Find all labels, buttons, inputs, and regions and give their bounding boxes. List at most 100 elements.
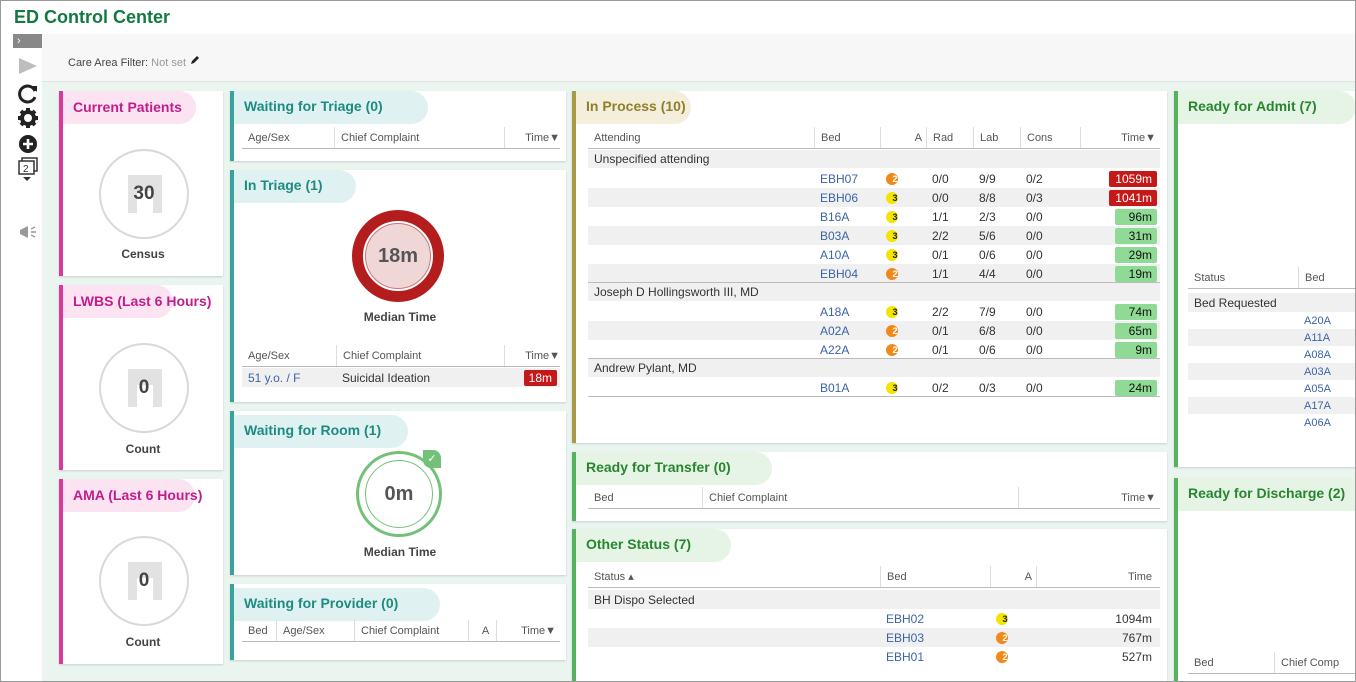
- col-acuity[interactable]: A: [880, 127, 926, 148]
- col-time[interactable]: Time▼: [1018, 487, 1160, 508]
- bed-link[interactable]: A11A: [1298, 332, 1355, 344]
- bed-link[interactable]: A02A: [814, 324, 880, 338]
- table-row[interactable]: A17A: [1188, 397, 1355, 414]
- table-row[interactable]: B03A 3 2/2 5/6 0/0 31m: [588, 226, 1160, 245]
- bed-link[interactable]: A22A: [814, 343, 880, 357]
- col-age-sex[interactable]: Age/Sex: [242, 127, 334, 148]
- time-cell: 767m: [1121, 630, 1152, 645]
- col-chief-complaint[interactable]: Chief Complaint: [354, 620, 468, 641]
- bed-link[interactable]: A03A: [1298, 366, 1355, 378]
- bed-link[interactable]: B03A: [814, 229, 880, 243]
- in-triage-panel[interactable]: In Triage (1) 18m !! Median Time Age/Sex…: [230, 170, 566, 402]
- table-row[interactable]: A02A 2 0/1 6/8 0/0 65m: [588, 321, 1160, 340]
- waiting-for-provider-panel[interactable]: Waiting for Provider (0) Bed Age/Sex Chi…: [230, 584, 566, 660]
- col-bed[interactable]: Bed: [242, 620, 276, 641]
- census-circle: 30: [99, 149, 189, 239]
- col-bed[interactable]: Bed: [588, 487, 702, 508]
- col-bed[interactable]: Bed: [814, 127, 880, 148]
- table-row[interactable]: EBH06 3 0/0 8/8 0/3 1041m: [588, 188, 1160, 207]
- gear-icon[interactable]: [15, 106, 40, 130]
- bed-link[interactable]: A08A: [1298, 349, 1355, 361]
- col-time[interactable]: Time▼: [504, 127, 560, 148]
- other-status-panel[interactable]: Other Status (7) Status ▴ Bed A Time BH …: [572, 529, 1167, 681]
- megaphone-icon[interactable]: [15, 220, 40, 244]
- bed-link[interactable]: A18A: [814, 305, 880, 319]
- acuity-badge: 3: [886, 191, 898, 204]
- bed-link[interactable]: EBH02: [880, 612, 990, 626]
- bed-link[interactable]: B16A: [814, 210, 880, 224]
- col-acuity[interactable]: A: [468, 620, 496, 641]
- ready-for-admit-panel[interactable]: Ready for Admit (7) Status Bed Bed Reque…: [1174, 91, 1355, 467]
- table-row[interactable]: B01A 3 0/2 0/3 0/0 24m: [588, 378, 1160, 397]
- col-status[interactable]: Status: [1188, 267, 1298, 288]
- col-lab[interactable]: Lab: [973, 127, 1020, 148]
- bed-link[interactable]: B01A: [814, 381, 880, 395]
- refresh-icon[interactable]: [15, 82, 40, 106]
- age-sex-link[interactable]: 51 y.o. / F: [242, 371, 336, 385]
- acuity-badge: 2: [996, 631, 1008, 644]
- table-row[interactable]: A10A 3 0/1 0/6 0/0 29m: [588, 245, 1160, 264]
- current-patients-panel[interactable]: Current Patients 30 Census: [59, 91, 223, 276]
- ama-panel[interactable]: AMA (Last 6 Hours) 0 Count: [59, 479, 223, 664]
- table-row[interactable]: A03A: [1188, 363, 1355, 380]
- bed-link[interactable]: A20A: [1298, 315, 1355, 327]
- col-chief-complaint[interactable]: Chief Comp: [1274, 652, 1355, 673]
- bed-link[interactable]: A06A: [1298, 417, 1355, 429]
- time-badge: 18m: [523, 369, 557, 386]
- col-cons[interactable]: Cons: [1020, 127, 1080, 148]
- table-row[interactable]: A05A: [1188, 380, 1355, 397]
- col-time[interactable]: Time: [1036, 566, 1160, 587]
- ready-for-transfer-panel[interactable]: Ready for Transfer (0) Bed Chief Complai…: [572, 452, 1167, 521]
- bed-link[interactable]: EBH07: [814, 172, 880, 186]
- table-row[interactable]: A06A: [1188, 414, 1355, 431]
- col-chief-complaint[interactable]: Chief Complaint: [334, 127, 504, 148]
- waiting-for-room-panel[interactable]: Waiting for Room (1) 0m ✓ Median Time: [230, 411, 566, 575]
- col-age-sex[interactable]: Age/Sex: [276, 620, 354, 641]
- bed-link[interactable]: EBH06: [814, 191, 880, 205]
- table-row[interactable]: A08A: [1188, 346, 1355, 363]
- lab-cell: 8/8: [979, 190, 996, 205]
- play-icon[interactable]: [15, 54, 40, 78]
- col-acuity[interactable]: A: [990, 566, 1036, 587]
- care-area-filter[interactable]: Care Area Filter: Not set: [68, 54, 201, 69]
- in-process-panel[interactable]: In Process (10) Attending Bed A Rad Lab …: [572, 91, 1167, 443]
- bed-link[interactable]: EBH03: [880, 631, 990, 645]
- add-circle-icon[interactable]: [15, 132, 40, 156]
- lwbs-panel[interactable]: LWBS (Last 6 Hours) 0 Count: [59, 285, 223, 470]
- pencil-icon[interactable]: [189, 56, 201, 69]
- table-row[interactable]: A18A 3 2/2 7/9 0/0 74m: [588, 302, 1160, 321]
- table-row[interactable]: EBH04 2 1/1 4/4 0/0 19m: [588, 264, 1160, 283]
- ready-for-discharge-panel[interactable]: Ready for Discharge (2) Bed Chief Comp: [1174, 478, 1355, 681]
- col-bed[interactable]: Bed: [880, 566, 990, 587]
- col-bed[interactable]: Bed: [1188, 652, 1274, 673]
- col-time[interactable]: Time▼: [504, 345, 560, 366]
- table-row[interactable]: B16A 3 1/1 2/3 0/0 96m: [588, 207, 1160, 226]
- median-time-gauge: 0m ✓: [356, 450, 442, 537]
- bed-link[interactable]: EBH04: [814, 267, 880, 281]
- col-attending[interactable]: Attending: [588, 127, 814, 148]
- table-row[interactable]: EBH02 3 1094m: [588, 609, 1160, 628]
- col-rad[interactable]: Rad: [926, 127, 973, 148]
- bed-link[interactable]: A10A: [814, 248, 880, 262]
- table-row[interactable]: A11A: [1188, 329, 1355, 346]
- col-status[interactable]: Status ▴: [588, 566, 880, 587]
- table-row[interactable]: EBH01 2 527m: [588, 647, 1160, 666]
- table-row[interactable]: A22A 2 0/1 0/6 0/0 9m: [588, 340, 1160, 359]
- col-bed[interactable]: Bed: [1298, 267, 1355, 288]
- time-cell: 527m: [1121, 649, 1152, 664]
- col-time[interactable]: Time▼: [1080, 127, 1160, 148]
- table-row[interactable]: 51 y.o. / F Suicidal Ideation 18m: [242, 368, 560, 387]
- col-time[interactable]: Time▼: [496, 620, 560, 641]
- expand-sidebar-button[interactable]: ›: [13, 34, 42, 48]
- bed-link[interactable]: A05A: [1298, 383, 1355, 395]
- table-row[interactable]: A20A: [1188, 312, 1355, 329]
- bed-link[interactable]: A17A: [1298, 400, 1355, 412]
- table-row[interactable]: EBH07 2 0/0 9/9 0/2 1059m: [588, 169, 1160, 188]
- col-chief-complaint[interactable]: Chief Complaint: [336, 345, 504, 366]
- waiting-for-triage-panel[interactable]: Waiting for Triage (0) Age/Sex Chief Com…: [230, 91, 566, 161]
- table-row[interactable]: EBH03 2 767m: [588, 628, 1160, 647]
- screens-icon[interactable]: 2: [15, 157, 40, 183]
- col-age-sex[interactable]: Age/Sex: [242, 345, 336, 366]
- bed-link[interactable]: EBH01: [880, 650, 990, 664]
- col-chief-complaint[interactable]: Chief Complaint: [702, 487, 1018, 508]
